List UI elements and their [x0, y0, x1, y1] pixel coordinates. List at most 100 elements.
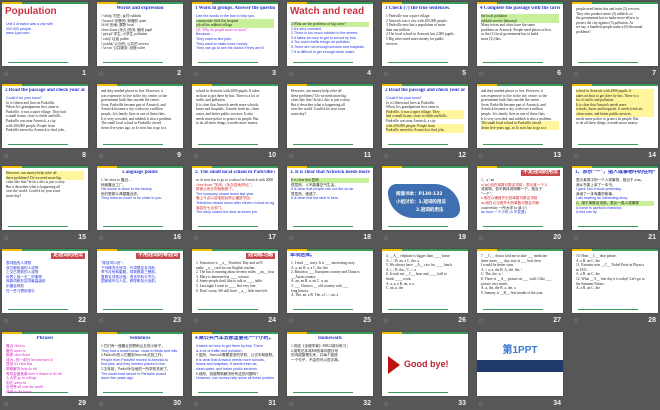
- slide-thumbnail[interactable]: Good bye!: [382, 332, 468, 396]
- slide-top-bar: [2, 332, 88, 334]
- slide-thumbnail[interactable]: school in Arnwick with 2000 pupils. It t…: [192, 84, 278, 148]
- slide-thumbnail[interactable]: 2 Read the passage and check your answer…: [382, 84, 468, 148]
- slide-top-bar-accent: [192, 166, 212, 168]
- slide-thumbnail[interactable]: 4. __A__ elephant is bigger than ____ ho…: [382, 249, 468, 313]
- slide-text-line: Parkville moved to Arnwick to find jobs,: [386, 128, 464, 133]
- slide-thumbnail[interactable]: 冠词练习题 1. Tomorrow is __a__ Teachers' Day …: [192, 249, 278, 313]
- slide-body: Could it be your town? Jo is fifteen and …: [386, 96, 464, 133]
- slide-top-bar-accent: [97, 249, 117, 251]
- slide-thumbnail[interactable]: 不定冠词的用法 1、a / an a (an) 用在单数可数名词前，表示某一个人 或某…: [477, 166, 563, 230]
- slide-transition-icon[interactable]: ☆: [383, 317, 389, 325]
- slide-transition-icon[interactable]: ☆: [3, 152, 9, 160]
- slide-text-line: 3.五年前，Parkville当地的一所学校关闭了。: [101, 366, 171, 371]
- slide-body: "零冠词口诀"： 下列情况无冠词，代词限定名词前， 季节月份和星期，球类棋类三餐前，…: [101, 261, 179, 284]
- slide-text-line: problems!: [576, 29, 591, 34]
- slide-transition-icon[interactable]: ☆: [288, 152, 294, 160]
- slide-body: /ˈvɪlɪdʒ/ 村庄; 乡村 rubbish/ˈkwaɪət/ 安静的; 寂…: [101, 14, 179, 51]
- slide-body: school in Arnwick with 2000 pupils. It ta…: [576, 89, 654, 126]
- slide-transition-icon[interactable]: ☆: [98, 152, 104, 160]
- slide-thumbnail[interactable]: 单项选择。 1. I read ___ story. It is ___ inte…: [287, 249, 373, 313]
- slide-transition-icon[interactable]: ☆: [3, 317, 9, 325]
- slide-text-line: /ˈsɜːvɪs/ 公共服务; 设施 solve: [101, 46, 146, 51]
- slide-title: Words and expression: [116, 6, 164, 11]
- slide-transition-icon[interactable]: ☆: [288, 234, 294, 242]
- slide-meta: ☆ 33: [382, 400, 468, 410]
- slide-transition-icon[interactable]: ☆: [193, 400, 199, 408]
- slide-transition-icon[interactable]: ☆: [193, 70, 199, 78]
- slide-text-line: down five years ago.: [101, 376, 134, 381]
- slide-bottom-bar: [198, 392, 258, 393]
- slide-thumbnail[interactable]: 第1PPT: [477, 332, 563, 396]
- slide-thumbnail[interactable]: Language points 1. be close to 靠近... 他家靠近工…: [97, 166, 183, 230]
- slide-transition-icon[interactable]: ☆: [573, 234, 579, 242]
- slide-thumbnail[interactable]: Homework 1.完成《全程学案》M6U2部分练习； 2.用笔记本将M6的单词表…: [287, 332, 373, 396]
- slide-transition-icon[interactable]: ☆: [3, 70, 9, 78]
- slide-thumbnail[interactable]: 定冠词的用法 表特指的人或物 双方都知道的人或物 上文已提到的人或物 世界上独一无二的事…: [2, 249, 88, 313]
- slide-transition-icon[interactable]: ☆: [478, 152, 484, 160]
- slide-transition-icon[interactable]: ☆: [383, 70, 389, 78]
- slide-meta: ☆ 15: [2, 234, 88, 244]
- slide-thumbnail[interactable]: 3 Check (√) the true sentences. 1 Parkvil…: [382, 2, 468, 66]
- slide-transition-icon[interactable]: ☆: [98, 400, 104, 408]
- slide-transition-icon[interactable]: ☆: [193, 152, 199, 160]
- slide-title: 不用冠词的零冠词: [135, 253, 180, 259]
- slide-transition-icon[interactable]: ☆: [573, 317, 579, 325]
- slide-thumbnail[interactable]: Watch and read 2 What are the problems of…: [287, 2, 373, 66]
- slide-top-bar-accent: [382, 332, 402, 334]
- slide-thumbnail[interactable]: 7. __C__ doctor told me to take ___ medi…: [477, 249, 563, 313]
- slide-transition-icon[interactable]: ☆: [98, 317, 104, 325]
- slide-transition-icon[interactable]: ☆: [3, 400, 9, 408]
- slide-transition-icon[interactable]: ☆: [573, 70, 579, 78]
- slide-transition-icon[interactable]: ☆: [193, 317, 199, 325]
- slide-number: 14: [648, 152, 656, 159]
- slide-thumbnail[interactable]: However, can money help solve all these p…: [2, 166, 88, 230]
- slide-thumbnail[interactable]: Words and expression/ˈvɪlɪdʒ/ 村庄; 乡村 rub…: [97, 2, 183, 66]
- ppt-logo: 第1PPT: [502, 345, 538, 356]
- slide-transition-icon[interactable]: ☆: [288, 70, 294, 78]
- slide-thumbnail[interactable]: 1、表示"一"，指人或事物中的任何一个， 表示某类中的一个人或事物，相当于 a/a…: [572, 166, 658, 230]
- slide-transition-icon[interactable]: ☆: [478, 234, 484, 242]
- slide-thumbnail[interactable]: school in Arnwick with 2000 pupils. It ta…: [572, 84, 658, 148]
- slide-thumbnail[interactable]: Phrases 靠近 close to 搬去 move to 倒闭 close dow…: [2, 332, 88, 396]
- slide-thumbnail[interactable]: 1 Work in groups. Answer the question. Us…: [192, 2, 278, 66]
- slide-transition-icon[interactable]: ☆: [573, 152, 579, 160]
- slide-text-line: It is clear that the fault is hers.: [291, 196, 339, 201]
- slide-transition-icon[interactable]: ☆: [193, 234, 199, 242]
- slide-body: so Jo now has to go to a school in Arnwi…: [196, 178, 274, 215]
- slide-transition-icon[interactable]: ☆: [383, 234, 389, 242]
- slide-transition-icon[interactable]: ☆: [98, 70, 104, 78]
- slide-text-line: to do all these things, it needs more mo…: [576, 121, 639, 126]
- slide-bottom-bar: [103, 392, 163, 393]
- slide-thumbnail[interactable]: Sentences 1.它们有一座靠近田野和山丘的小房子。 They had a s…: [97, 332, 183, 396]
- slide-text-line: 1. Tomorrow is __a__ Teachers' Day and w…: [196, 261, 263, 265]
- slide-transition-icon[interactable]: ☆: [383, 152, 389, 160]
- slide-thumbnail[interactable]: 10. Hear __C__ dear please. A. a B. an C.…: [572, 249, 658, 313]
- slide-top-bar: [2, 84, 88, 86]
- slide-thumbnail[interactable]: 不用冠词的零冠词 "零冠词口诀"： 下列情况无冠词，代词限定名词前， 季节月份和星期，…: [97, 249, 183, 313]
- slide-transition-icon[interactable]: ☆: [478, 400, 484, 408]
- slide-thumbnail[interactable]: 3. It is clear that Arnwick needs more s…: [287, 166, 373, 230]
- slide-thumbnail[interactable]: 阅读书本：P130-132 小组讨论：1.冠词的用法 2.冠词的用法: [382, 166, 468, 230]
- slide-meta: ☆ 20: [477, 234, 563, 244]
- slide-thumbnail[interactable]: people need better bus and train (3) ser…: [572, 2, 658, 66]
- slide-transition-icon[interactable]: ☆: [98, 234, 104, 242]
- slide-thumbnail[interactable]: 4 Complete the passage with the correct …: [477, 2, 563, 66]
- slide-thumbnail[interactable]: Population Unit 2 Arnwick was a city with…: [2, 2, 88, 66]
- slide-transition-icon[interactable]: ☆: [383, 400, 389, 408]
- slide-transition-icon[interactable]: ☆: [288, 400, 294, 408]
- slide-meta: ☆ 12: [382, 152, 468, 162]
- slide-transition-icon[interactable]: ☆: [478, 317, 484, 325]
- slide-bottom-bar: [293, 392, 353, 393]
- slide-transition-icon[interactable]: ☆: [288, 317, 294, 325]
- slide-transition-icon[interactable]: ☆: [478, 70, 484, 78]
- slide-thumbnail[interactable]: and they needed places to live. However,…: [97, 84, 183, 148]
- slide-thumbnail[interactable]: 4.乘公共汽车去那里要花一个小时。 It takes an hour to get…: [192, 332, 278, 396]
- slide-body: 1.完成《全程学案》M6U2部分练习； 2.用笔记本将M6的单词表抄写 的词组整理出…: [291, 344, 369, 362]
- slide-transition-icon[interactable]: ☆: [3, 234, 9, 242]
- slide-number: 18: [363, 234, 371, 241]
- slide-thumbnail[interactable]: and they needed places to live. However,…: [477, 84, 563, 148]
- slide-thumbnail[interactable]: However, can money help solve all these p…: [287, 84, 373, 148]
- slide-thumbnail[interactable]: 2 Read the passage and check your answer…: [2, 84, 88, 148]
- slide-top-bar-accent: [192, 2, 212, 4]
- slide-thumbnail[interactable]: 2. The small local school in Parkville c…: [192, 166, 278, 230]
